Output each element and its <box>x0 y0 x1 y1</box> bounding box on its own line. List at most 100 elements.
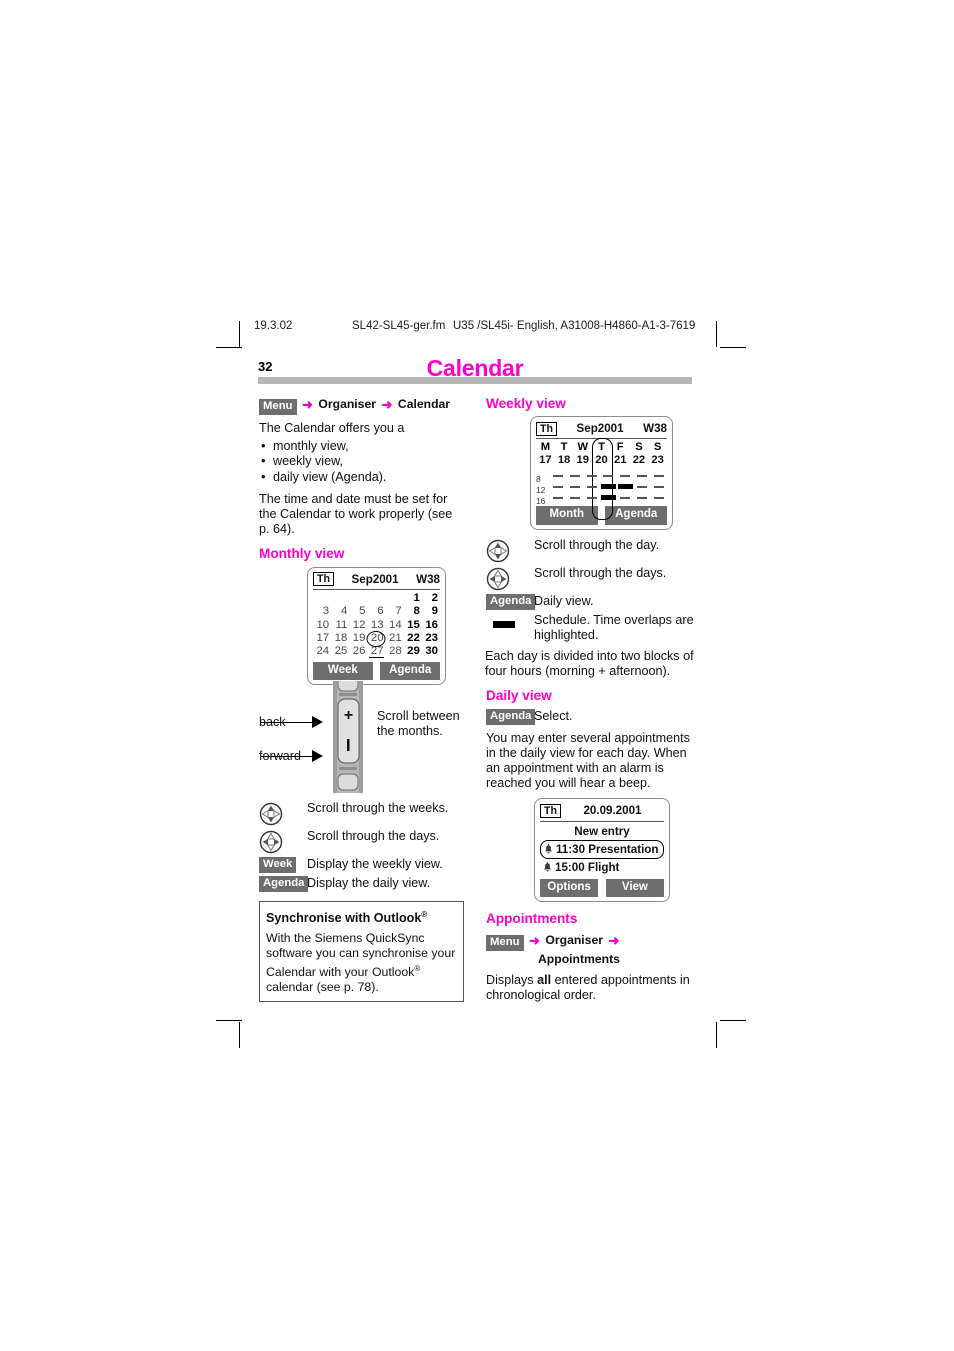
agenda-key-badge[interactable]: Agenda <box>259 876 309 893</box>
nav-step-organiser[interactable]: Organiser <box>545 933 603 947</box>
date-cell: 21 <box>613 454 627 467</box>
control-row-agenda-key: Agenda Daily view. <box>486 593 698 610</box>
nav-step-calendar[interactable]: Calendar <box>398 397 450 411</box>
month-cell: 12 <box>352 618 366 631</box>
control-label: Schedule. Time overlaps are highlighted. <box>534 612 694 642</box>
weekly-view-controls: Scroll through the day. Scroll through t… <box>486 538 698 643</box>
time-date-note: The time and date must be set for the Ca… <box>259 491 453 537</box>
control-row-week-key: Week Display the weekly view. <box>259 857 464 874</box>
appointment-item[interactable]: 15:00 Flight <box>540 859 664 876</box>
nav-step-appointments[interactable]: Appointments <box>486 951 698 967</box>
control-label: Scroll through the day. <box>534 537 660 552</box>
note-title: Synchronise with Outlook <box>266 911 422 926</box>
left-column: Menu ➜ Organiser ➜ Calendar The Calendar… <box>259 396 464 1003</box>
registered-mark-icon: ® <box>421 910 428 920</box>
control-label: Display the daily view. <box>307 876 431 891</box>
month-cell: 19 <box>352 632 366 645</box>
month-cell: 26 <box>352 645 366 658</box>
alarm-bell-icon <box>544 862 551 872</box>
month-cell: 2 <box>431 591 438 604</box>
arrow-line-forward <box>261 756 313 758</box>
calendar-intro-text: The Calendar offers you a <box>259 421 405 435</box>
month-cell: 18 <box>334 632 348 645</box>
month-day-grid: 1 2 3 4 5 6 7 8 9 10 11 12 13 14 15 16 1… <box>313 588 440 659</box>
softkey-options[interactable]: Options <box>540 879 599 898</box>
list-item: daily view (Agenda). <box>261 469 464 485</box>
appointments-body-bold: all <box>537 972 552 987</box>
day-badge: Th <box>540 804 561 819</box>
arrow-head-back <box>312 716 323 729</box>
month-cell: 23 <box>425 632 438 645</box>
outlook-sync-note: Synchronise with Outlook® With the Sieme… <box>259 901 464 1003</box>
phone-side-rocker-graphic[interactable]: + <box>333 681 367 794</box>
month-cell: 16 <box>425 618 438 631</box>
agenda-key-badge[interactable]: Agenda <box>486 593 536 610</box>
slot-empty <box>653 475 664 477</box>
nav-step-organiser[interactable]: Organiser <box>318 397 376 411</box>
week-key-badge[interactable]: Week <box>259 857 297 874</box>
nav-updown-icon[interactable] <box>486 539 510 563</box>
control-row-scroll-days: Scroll through the days. <box>259 829 464 854</box>
crop-mark-bottom-right-h <box>720 1020 746 1021</box>
menu-key-badge[interactable]: Menu <box>486 934 524 951</box>
weekly-view-footnote: Each day is divided into two blocks of f… <box>485 649 694 679</box>
month-cell: 28 <box>389 645 402 658</box>
softkey-agenda[interactable]: Agenda <box>380 661 440 681</box>
month-cell <box>331 592 349 605</box>
hour-label-16: 16 <box>536 496 546 507</box>
date-cell: 18 <box>557 454 571 467</box>
month-cell-marked: 27 <box>367 645 385 659</box>
appointments-nav-path: Menu ➜ Organiser ➜ Appointments <box>486 932 698 967</box>
appointment-item-selected[interactable]: 11:30 Presentation <box>540 839 664 860</box>
control-row-scroll-weeks: Scroll through the weeks. <box>259 801 464 826</box>
appointment-label: 11:30 Presentation <box>556 842 659 856</box>
month-cell: 10 <box>316 618 330 631</box>
date-cell: 22 <box>632 454 646 467</box>
softkey-week[interactable]: Week <box>313 661 373 681</box>
control-row-scroll-days: Scroll through the days. <box>486 566 698 591</box>
note-body-part2: calendar (see p. 78). <box>266 980 379 995</box>
menu-key-badge[interactable]: Menu <box>259 399 297 415</box>
softkey-agenda[interactable]: Agenda <box>605 506 667 525</box>
arrow-right-icon-2: ➜ <box>381 397 393 412</box>
daily-screen-header: Th 20.09.2001 <box>540 803 664 822</box>
control-label: Select. <box>534 708 573 723</box>
control-row-schedule-bar: Schedule. Time overlaps are highlighted. <box>486 613 698 643</box>
crop-mark-top-left-v <box>239 321 240 347</box>
nav-leftright-icon[interactable] <box>259 830 283 854</box>
appointments-body: Displays all entered appointments in chr… <box>486 973 698 1003</box>
note-body: With the Siemens QuickSync software you … <box>266 931 457 995</box>
running-header-filename: SL42-SL45-ger.fm <box>352 320 446 332</box>
weekday-label: W <box>577 441 589 454</box>
agenda-key-badge[interactable]: Agenda <box>486 708 536 725</box>
arrow-line-back <box>261 722 313 724</box>
slot-empty <box>620 475 631 477</box>
slot-empty <box>620 497 631 499</box>
weekday-header-row: M T W T F S S <box>536 441 667 454</box>
nav-updown-icon[interactable] <box>259 802 283 826</box>
month-cell: 22 <box>407 632 420 645</box>
slot-empty <box>570 475 581 477</box>
slot-empty <box>553 475 564 477</box>
day-badge: Th <box>536 421 557 436</box>
schedule-bar-icon <box>493 620 515 628</box>
list-item: monthly view, <box>261 438 464 454</box>
svg-text:+: + <box>344 707 353 724</box>
date-cell: 19 <box>576 454 589 467</box>
schedule-row-16 <box>550 492 667 503</box>
volume-rocker-illustration: back forward + Scroll between the months… <box>259 681 464 794</box>
nav-leftright-icon[interactable] <box>486 567 510 591</box>
weekday-date-row: 17 18 19 20 21 22 23 <box>536 454 667 467</box>
weekly-softkey-bar: Month Agenda <box>536 506 667 525</box>
weekday-label: S <box>635 441 643 454</box>
month-cell: 29 <box>407 645 420 658</box>
new-entry-item[interactable]: New entry <box>540 822 664 840</box>
section-heading-daily-view: Daily view <box>486 688 552 704</box>
weekly-view-screen: Th Sep2001 W38 M T W T F S S 17 18 19 20… <box>530 416 673 530</box>
arrow-head-forward <box>312 750 323 763</box>
month-cell: 30 <box>425 645 438 658</box>
softkey-view[interactable]: View <box>605 879 664 898</box>
arrow-right-icon: ➜ <box>529 932 540 948</box>
running-header-date: 19.3.02 <box>254 320 293 332</box>
control-label: Daily view. <box>534 593 594 608</box>
